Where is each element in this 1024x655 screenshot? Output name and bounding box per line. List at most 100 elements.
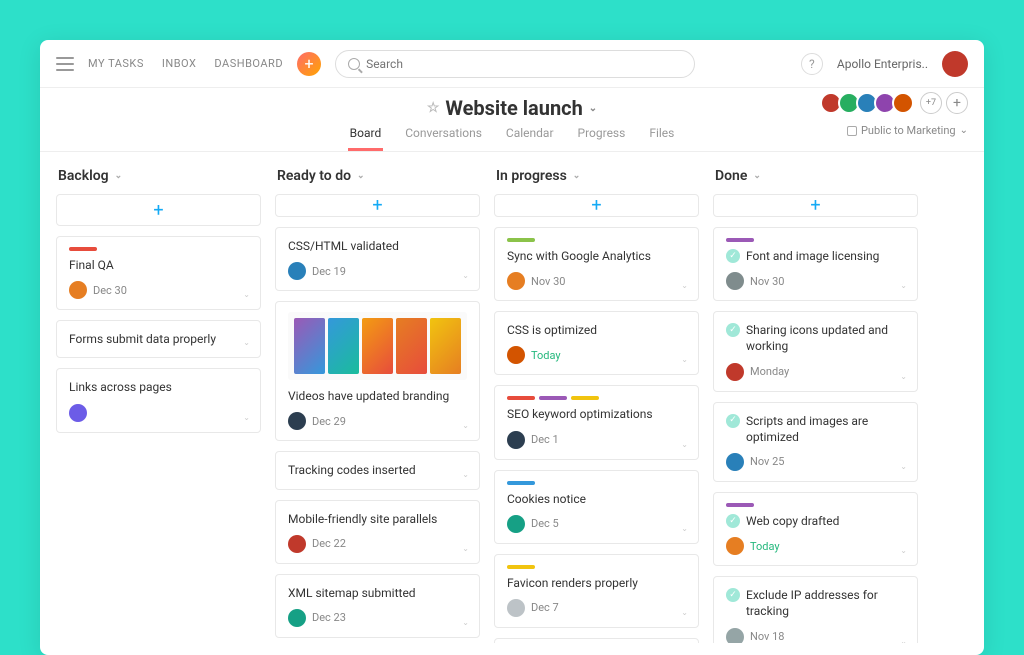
chevron-down-icon[interactable]: ⌄ <box>462 271 469 280</box>
card[interactable]: ✓Font and image licensingNov 30⌄ <box>713 227 918 301</box>
chevron-down-icon[interactable]: ⌄ <box>900 462 907 471</box>
card[interactable]: ✓Sharing icons updated and workingMonday… <box>713 311 918 391</box>
assignee-avatar[interactable] <box>726 453 744 471</box>
search-box[interactable] <box>335 50 695 78</box>
assignee-avatar[interactable] <box>288 412 306 430</box>
tag <box>507 481 535 485</box>
card-meta: Dec 23 <box>288 609 467 627</box>
card-date: Nov 25 <box>750 455 784 468</box>
add-card-button[interactable]: + <box>56 194 261 226</box>
assignee-avatar[interactable] <box>726 272 744 290</box>
chevron-down-icon[interactable]: ⌄ <box>681 281 688 290</box>
tab-conversations[interactable]: Conversations <box>403 126 484 151</box>
visibility-selector[interactable]: Public to Marketing ⌄ <box>847 124 968 137</box>
card[interactable]: Web copy reviewedDec 9⌄ <box>494 638 699 643</box>
project-title[interactable]: ☆ Website launch ⌄ <box>427 96 597 120</box>
chevron-down-icon[interactable]: ⌄ <box>681 524 688 533</box>
menu-icon[interactable] <box>56 57 74 71</box>
help-button[interactable]: ? <box>801 53 823 75</box>
chevron-down-icon[interactable]: ⌄ <box>900 372 907 381</box>
card[interactable]: Links across pages⌄ <box>56 368 261 432</box>
assignee-avatar[interactable] <box>507 272 525 290</box>
user-avatar[interactable] <box>942 51 968 77</box>
assignee-avatar[interactable] <box>726 363 744 381</box>
search-icon <box>348 58 360 70</box>
card-title: Videos have updated branding <box>288 388 467 404</box>
tag <box>507 396 535 400</box>
nav-my-tasks[interactable]: MY TASKS <box>88 57 144 70</box>
add-card-button[interactable]: + <box>275 194 480 217</box>
add-card-button[interactable]: + <box>494 194 699 217</box>
card[interactable]: Favicon renders properlyDec 7⌄ <box>494 554 699 628</box>
chevron-down-icon[interactable]: ⌄ <box>462 544 469 553</box>
assignee-avatar[interactable] <box>288 535 306 553</box>
org-selector[interactable]: Apollo Enterpris.. <box>837 57 928 71</box>
chevron-down-icon[interactable]: ⌄ <box>462 421 469 430</box>
assignee-avatar[interactable] <box>726 537 744 555</box>
assignee-avatar[interactable] <box>726 628 744 644</box>
chevron-down-icon[interactable]: ⌄ <box>681 608 688 617</box>
chevron-down-icon[interactable]: ⌄ <box>243 338 250 347</box>
chevron-down-icon[interactable]: ⌄ <box>243 413 250 422</box>
card[interactable]: SEO keyword optimizationsDec 1⌄ <box>494 385 699 459</box>
chevron-down-icon[interactable]: ⌄ <box>900 637 907 644</box>
members-more[interactable]: +7 <box>920 92 942 114</box>
card-date: Dec 7 <box>531 601 559 614</box>
assignee-avatar[interactable] <box>507 599 525 617</box>
add-button[interactable]: + <box>297 52 321 76</box>
card[interactable]: Forms submit data properly⌄ <box>56 320 261 358</box>
column-header[interactable]: Ready to do⌄ <box>275 168 480 184</box>
assignee-avatar[interactable] <box>507 431 525 449</box>
tab-progress[interactable]: Progress <box>576 126 628 151</box>
add-member-button[interactable]: + <box>946 92 968 114</box>
chevron-down-icon[interactable]: ⌄ <box>681 355 688 364</box>
nav-dashboard[interactable]: DASHBOARD <box>214 57 283 70</box>
tab-files[interactable]: Files <box>647 126 676 151</box>
card[interactable]: ✓Web copy draftedToday⌄ <box>713 492 918 566</box>
card-title: Final QA <box>69 257 248 273</box>
card[interactable]: Videos have updated brandingDec 29⌄ <box>275 301 480 441</box>
assignee-avatar[interactable] <box>288 262 306 280</box>
project-header: ☆ Website launch ⌄ +7+ <box>40 88 984 120</box>
card[interactable]: Mobile-friendly site parallelsDec 22⌄ <box>275 500 480 564</box>
tab-calendar[interactable]: Calendar <box>504 126 556 151</box>
card-meta: Dec 7 <box>507 599 686 617</box>
card-meta <box>69 404 248 422</box>
card-meta: Today <box>726 537 905 555</box>
star-icon[interactable]: ☆ <box>427 100 440 116</box>
chevron-down-icon[interactable]: ⌄ <box>462 618 469 627</box>
add-card-button[interactable]: + <box>713 194 918 217</box>
board[interactable]: Backlog⌄ + Final QADec 30⌄ Forms submit dat… <box>40 152 984 643</box>
member-avatar[interactable] <box>892 92 914 114</box>
assignee-avatar[interactable] <box>288 609 306 627</box>
card[interactable]: CSS/HTML validatedDec 19⌄ <box>275 227 480 291</box>
assignee-avatar[interactable] <box>507 346 525 364</box>
card[interactable]: CSS is optimizedToday⌄ <box>494 311 699 375</box>
assignee-avatar[interactable] <box>507 515 525 533</box>
assignee-avatar[interactable] <box>69 404 87 422</box>
card[interactable]: Tracking codes inserted⌄ <box>275 451 480 489</box>
column-header[interactable]: Done⌄ <box>713 168 918 184</box>
nav-inbox[interactable]: INBOX <box>162 57 197 70</box>
card-thumbnail <box>288 312 467 380</box>
chevron-down-icon[interactable]: ⌄ <box>900 281 907 290</box>
assignee-avatar[interactable] <box>69 281 87 299</box>
chevron-down-icon[interactable]: ⌄ <box>900 546 907 555</box>
card-tags <box>507 481 686 485</box>
card[interactable]: Cookies noticeDec 5⌄ <box>494 470 699 544</box>
card[interactable]: Final QADec 30⌄ <box>56 236 261 310</box>
card-title: ✓Scripts and images are optimized <box>726 413 905 445</box>
column-title: Done <box>715 168 747 184</box>
topbar: MY TASKS INBOX DASHBOARD + ? Apollo Ente… <box>40 40 984 88</box>
card[interactable]: Sync with Google AnalyticsNov 30⌄ <box>494 227 699 301</box>
column-header[interactable]: In progress⌄ <box>494 168 699 184</box>
chevron-down-icon[interactable]: ⌄ <box>462 470 469 479</box>
tab-board[interactable]: Board <box>348 126 384 151</box>
column-header[interactable]: Backlog⌄ <box>56 168 261 184</box>
chevron-down-icon[interactable]: ⌄ <box>243 290 250 299</box>
card[interactable]: XML sitemap submittedDec 23⌄ <box>275 574 480 638</box>
search-input[interactable] <box>366 57 682 71</box>
card[interactable]: ✓Exclude IP addresses for trackingNov 18… <box>713 576 918 643</box>
chevron-down-icon[interactable]: ⌄ <box>681 440 688 449</box>
card[interactable]: ✓Scripts and images are optimized Nov 25 ⌄ <box>713 402 918 482</box>
